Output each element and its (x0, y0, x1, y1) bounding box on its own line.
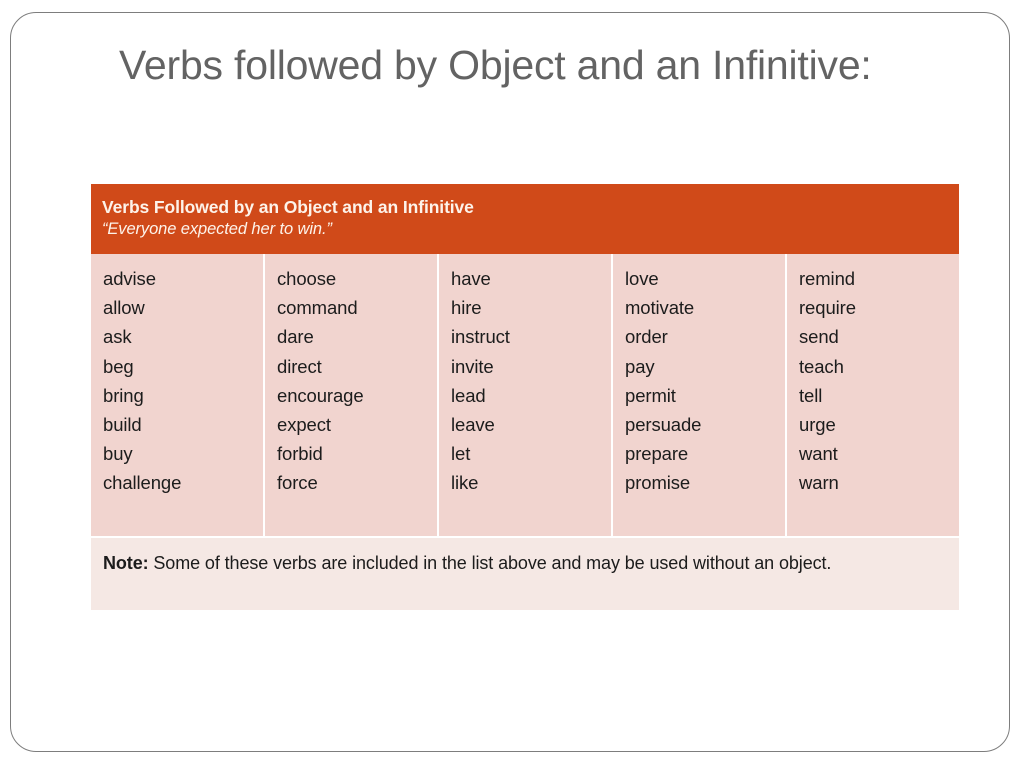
list-item: let (451, 443, 471, 465)
list-item: warn (799, 472, 839, 494)
verb-column-4: love motivate order pay permit persuade … (613, 254, 787, 536)
list-item: motivate (625, 297, 695, 319)
list-item: love (625, 268, 659, 289)
list-item: permit (625, 384, 676, 406)
list-item: beg (103, 355, 134, 377)
list-item: remind (799, 268, 855, 289)
verb-table: Verbs Followed by an Object and an Infin… (91, 184, 959, 610)
verb-columns: advise allow ask beg bring build buy cha… (91, 254, 959, 536)
table-note-row: Note: Some of these verbs are included i… (91, 536, 959, 610)
list-item: challenge (103, 472, 182, 494)
list-item: advise (103, 268, 156, 289)
note-body: Some of these verbs are included in the … (148, 553, 832, 573)
list-item: allow (103, 297, 145, 319)
list-item: persuade (625, 414, 702, 436)
list-item: instruct (451, 326, 510, 348)
list-item: urge (799, 414, 836, 436)
list-item: choose (277, 268, 337, 289)
verb-column-3: have hire instruct invite lead leave let… (439, 254, 613, 536)
list-item: ask (103, 326, 132, 348)
list-item: direct (277, 355, 322, 377)
list-item: forbid (277, 443, 323, 465)
table-header-example: “Everyone expected her to win.” (102, 220, 332, 238)
table-header: Verbs Followed by an Object and an Infin… (91, 184, 959, 254)
list-item: promise (625, 472, 691, 494)
list-item: order (625, 326, 668, 348)
verb-column-5: remind require send teach tell urge want… (787, 254, 959, 536)
list-item: build (103, 414, 142, 436)
list-item: send (799, 326, 839, 348)
table-note: Note: Some of these verbs are included i… (103, 549, 947, 577)
list-item: dare (277, 326, 314, 348)
list-item: pay (625, 355, 655, 377)
verb-column-1: advise allow ask beg bring build buy cha… (91, 254, 265, 536)
list-item: command (277, 297, 358, 319)
list-item: prepare (625, 443, 689, 465)
page-title: Verbs followed by Object and an Infiniti… (119, 42, 872, 88)
list-item: tell (799, 384, 823, 406)
list-item: want (799, 443, 838, 465)
list-item: invite (451, 355, 494, 377)
list-item: bring (103, 384, 144, 406)
list-item: force (277, 472, 318, 494)
list-item: expect (277, 414, 331, 436)
list-item: like (451, 472, 479, 494)
list-item: have (451, 268, 491, 289)
list-item: encourage (277, 384, 364, 406)
list-item: lead (451, 384, 486, 406)
list-item: buy (103, 443, 133, 465)
list-item: require (799, 297, 856, 319)
list-item: teach (799, 355, 844, 377)
table-header-title: Verbs Followed by an Object and an Infin… (102, 197, 474, 217)
verb-column-2: choose command dare direct encourage exp… (265, 254, 439, 536)
list-item: leave (451, 414, 495, 436)
note-label: Note: (103, 553, 149, 573)
slide-frame: Verbs followed by Object and an Infiniti… (10, 12, 1010, 752)
list-item: hire (451, 297, 482, 319)
